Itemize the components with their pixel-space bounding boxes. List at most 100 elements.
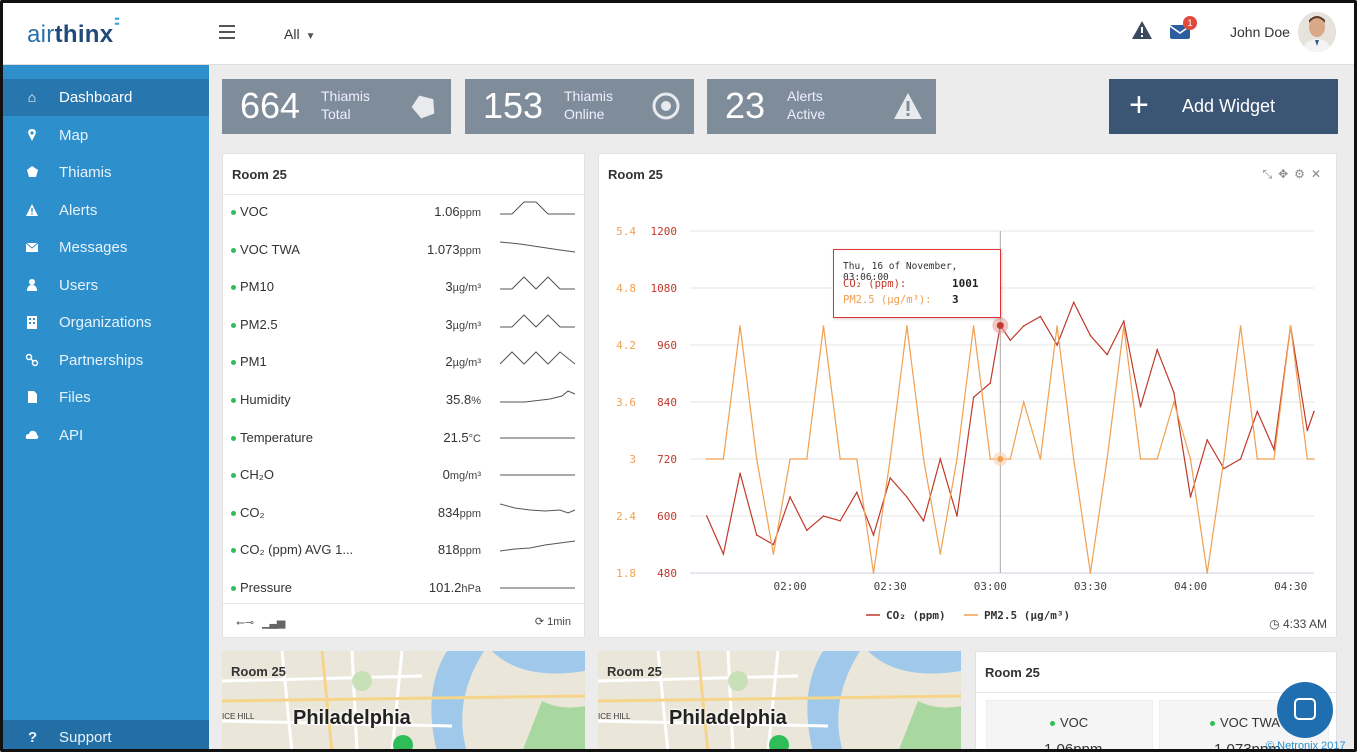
- sensor-value: 2µg/m³: [445, 354, 481, 370]
- add-widget-button[interactable]: + Add Widget: [1109, 79, 1338, 134]
- sparkline: [500, 201, 575, 215]
- refresh-interval[interactable]: ⟳ 1min: [535, 615, 571, 628]
- sensor-row[interactable]: VOC TWA 1.073ppm: [223, 232, 584, 269]
- device-icon: [411, 95, 435, 119]
- sensor-row[interactable]: Pressure 101.2hPa: [223, 570, 584, 607]
- device-icon: [27, 166, 38, 177]
- co2-data-point: [772, 543, 775, 546]
- sparkline: [500, 351, 576, 366]
- tile-value: 1.06ppm: [1044, 741, 1103, 752]
- line-chart[interactable]: 480 1.8 600 2.4 720 3 840 3.6 960 4.2 1080 4.8 1200 5…: [598, 153, 1337, 638]
- co2-data-point: [939, 458, 942, 460]
- status-dot: [231, 285, 236, 291]
- sensor-row[interactable]: CO₂ 834ppm: [223, 495, 584, 532]
- sidebar-item-files[interactable]: Files: [3, 379, 209, 416]
- pm25-data-point: [755, 458, 758, 460]
- co2-data-point: [789, 496, 791, 498]
- legend-label: CO₂ (ppm): [886, 609, 946, 622]
- sparkline: [500, 314, 575, 328]
- divider: [223, 603, 584, 604]
- sensor-row[interactable]: CH₂O 0mg/m³: [223, 457, 584, 494]
- sidebar: ⌂ Dashboard Map Thiamis Alerts Messages U…: [3, 65, 209, 752]
- co2-data-point: [889, 477, 892, 479]
- pm25-series-line: [706, 325, 1314, 574]
- filter-dropdown[interactable]: All ▼: [284, 26, 315, 42]
- home-icon: ⌂: [27, 89, 37, 105]
- stat-sublabel: Active: [787, 106, 826, 122]
- tooltip-pm-value: 3: [952, 293, 959, 306]
- co2-data-point: [1039, 315, 1042, 318]
- sidebar-item-organizations[interactable]: Organizations: [3, 304, 209, 341]
- sensor-row[interactable]: PM1 2µg/m³: [223, 344, 584, 381]
- support-link[interactable]: ? Support: [3, 720, 209, 752]
- airthinx-logo[interactable]: airthinx •• ••: [27, 15, 120, 49]
- co2-data-point: [1056, 344, 1058, 346]
- map-pin-icon[interactable]: [393, 735, 413, 752]
- sensor-tile[interactable]: VOC 1.06ppm: [986, 700, 1153, 752]
- stat-thiamis-total[interactable]: 664 Thiamis Total: [222, 79, 451, 134]
- link-icon: [25, 353, 39, 367]
- map-widget[interactable]: Room 25 ICE HILL Philadelphia: [222, 651, 585, 752]
- co2-data-point: [956, 515, 958, 517]
- sensor-name: Pressure: [240, 580, 293, 595]
- sensor-name: VOC TWA: [240, 241, 300, 257]
- sidebar-item-partnerships[interactable]: Partnerships: [3, 342, 209, 379]
- sidebar-item-dashboard[interactable]: ⌂ Dashboard: [3, 79, 209, 116]
- pm25-data-point: [1089, 572, 1092, 574]
- mail-count-badge: 1: [1183, 16, 1197, 30]
- sidebar-item-api[interactable]: API: [3, 417, 209, 454]
- sparkline: [500, 390, 576, 403]
- sensor-row[interactable]: VOC 1.06ppm: [223, 194, 584, 231]
- co2-data-point: [839, 519, 841, 522]
- plus-icon: +: [1129, 86, 1149, 124]
- y2-axis-tick-label: 4.8: [616, 282, 636, 295]
- sensor-row[interactable]: PM2.5 3µg/m³: [223, 307, 584, 344]
- map-pin-icon[interactable]: [769, 735, 789, 752]
- co2-data-point: [739, 472, 741, 475]
- pm25-data-point: [705, 458, 708, 460]
- menu-toggle-icon[interactable]: [219, 25, 235, 39]
- sensor-row[interactable]: Humidity 35.8%: [223, 382, 584, 419]
- chat-button[interactable]: [1277, 682, 1333, 738]
- sensor-row[interactable]: Temperature 21.5°C: [223, 420, 584, 457]
- status-dot: [231, 398, 236, 403]
- sensor-name: PM1: [240, 354, 267, 370]
- status-dot: [231, 360, 236, 366]
- stat-thiamis-online[interactable]: 153 Thiamis Online: [465, 79, 694, 134]
- status-dot: [231, 510, 236, 516]
- chart-tooltip: Thu, 16 of November, 03:06:00 CO₂ (ppm):…: [833, 249, 1001, 318]
- sensor-name: Temperature: [240, 429, 313, 445]
- map-widget[interactable]: Room 25 ICE HILL Philadelphia: [598, 651, 961, 752]
- sidebar-item-users[interactable]: Users: [3, 267, 209, 304]
- sensor-value: 818ppm: [437, 542, 481, 558]
- copyright-text: © Netronix 2017: [1266, 740, 1346, 752]
- y2-axis-tick-label: 1.8: [616, 567, 636, 580]
- widget-title: Room 25: [231, 664, 286, 679]
- sidebar-item-alerts[interactable]: Alerts: [3, 192, 209, 229]
- sidebar-item-messages[interactable]: Messages: [3, 229, 209, 266]
- user-avatar[interactable]: [1298, 12, 1336, 52]
- sensor-row[interactable]: CO₂ (ppm) AVG 1... 818ppm: [223, 532, 584, 569]
- usb-icon: ⭠⊸: [236, 617, 255, 629]
- x-axis-tick-label: 04:00: [1174, 580, 1207, 593]
- co2-data-point: [989, 382, 992, 384]
- sensor-name: Humidity: [240, 392, 291, 407]
- sidebar-item-map[interactable]: Map: [3, 117, 209, 154]
- warning-icon: [26, 204, 38, 216]
- user-name[interactable]: John Doe: [1230, 24, 1290, 40]
- status-dot: [231, 322, 236, 328]
- sensor-row[interactable]: PM10 3µg/m³: [223, 269, 584, 306]
- pm25-data-point: [1173, 401, 1175, 403]
- sidebar-item-thiamis[interactable]: Thiamis: [3, 154, 209, 191]
- pm25-data-point: [989, 458, 992, 460]
- tooltip-pm-label: PM2.5 (µg/m³):: [843, 294, 932, 306]
- co2-data-point: [1206, 439, 1209, 441]
- alerts-warning-icon[interactable]: [1131, 20, 1153, 40]
- pm25-data-point: [1289, 325, 1292, 327]
- stat-alerts-active[interactable]: 23 Alerts Active: [707, 79, 936, 134]
- co2-data-point: [1106, 353, 1108, 356]
- widget-title: Room 25: [985, 665, 1040, 680]
- y-axis-tick-label: 840: [657, 396, 677, 409]
- pm25-data-point: [805, 458, 808, 460]
- x-axis-tick-label: 02:00: [774, 580, 807, 593]
